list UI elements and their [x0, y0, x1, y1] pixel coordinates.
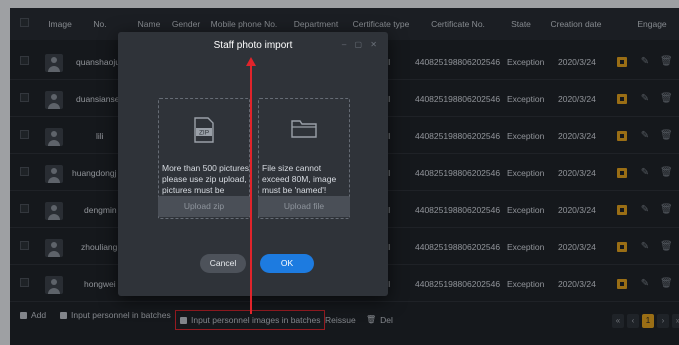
- svg-text:ZIP: ZIP: [199, 130, 209, 137]
- upload-file-button[interactable]: Upload file: [258, 196, 350, 217]
- ok-button[interactable]: OK: [260, 254, 314, 273]
- annotation-arrow-line: [250, 62, 252, 314]
- zip-file-icon: ZIP: [194, 117, 214, 143]
- file-upload-description: File size cannot exceed 80M, image must …: [262, 163, 337, 195]
- upload-zip-button[interactable]: Upload zip: [158, 196, 250, 217]
- cancel-button[interactable]: Cancel: [200, 254, 246, 273]
- folder-icon: [291, 120, 317, 138]
- staff-photo-import-dialog: Staff photo import – ▢ ✕ ZIP More than 5…: [118, 32, 388, 296]
- window-controls[interactable]: – ▢ ✕: [342, 40, 380, 49]
- annotation-arrow-head: [246, 57, 256, 66]
